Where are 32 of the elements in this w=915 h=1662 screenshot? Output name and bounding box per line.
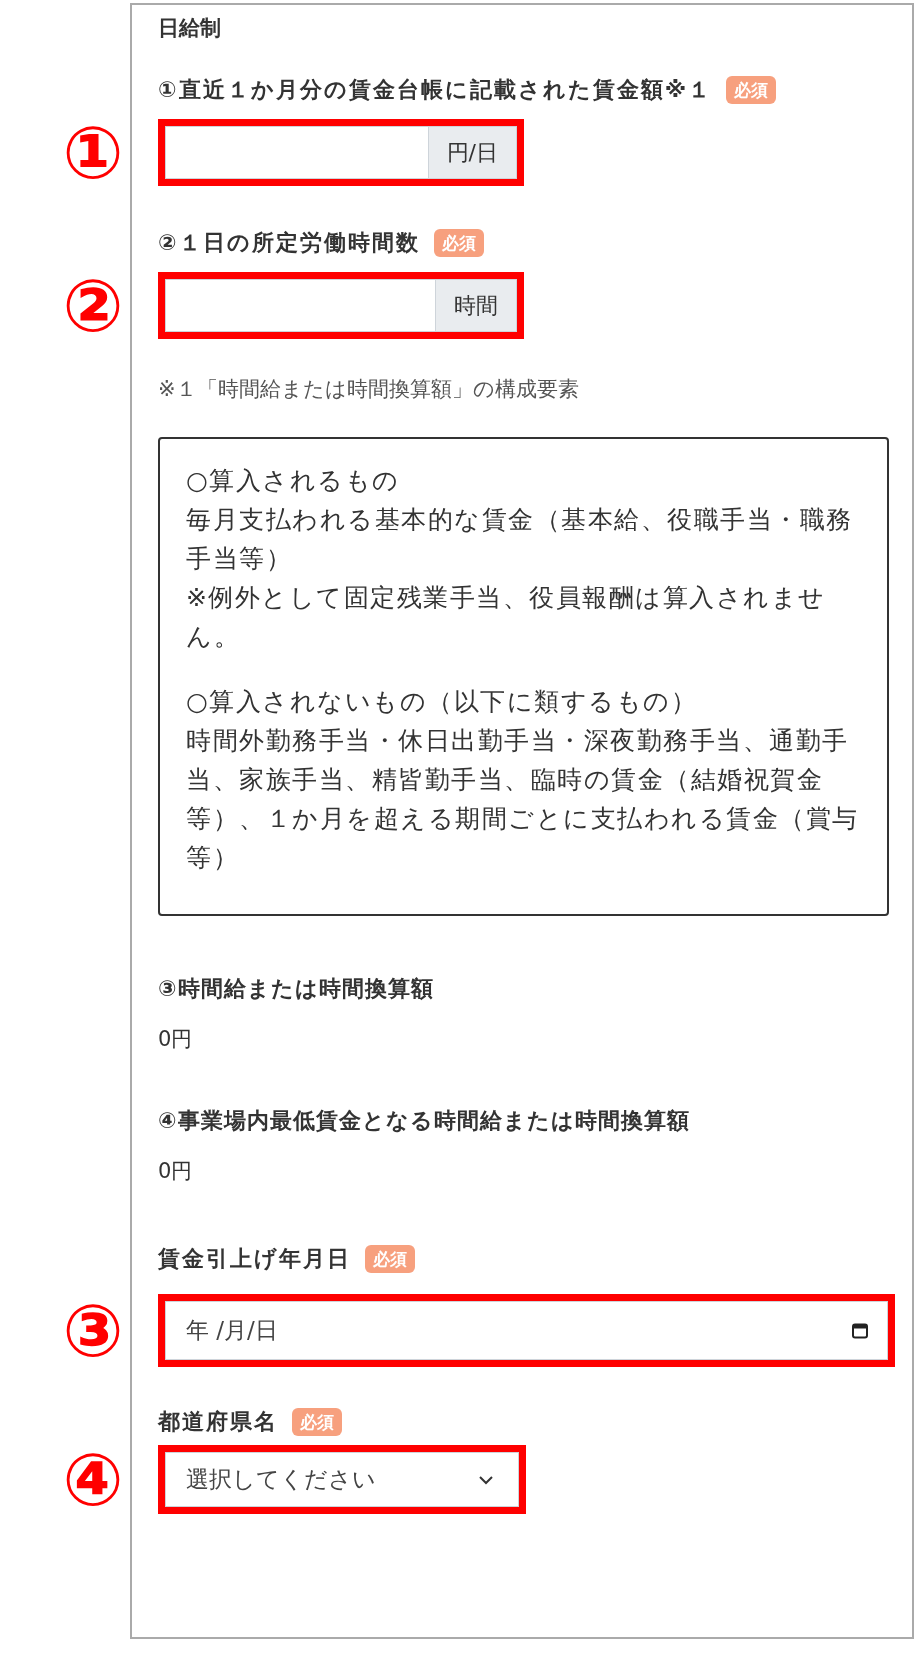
info-heading: ○算入されないもの（以下に類するもの） [186,686,699,718]
required-badge: 必須 [433,229,484,257]
result-label: ③時間給または時間換算額 [158,975,435,1003]
result-value: 0円 [158,1158,194,1185]
required-badge: 必須 [292,1408,342,1436]
callout-number: ② [61,269,125,342]
required-badge: 必須 [365,1245,415,1273]
info-heading: ○算入されるもの [186,465,401,497]
unit-addon: 円/日 [428,126,517,179]
info-text: ※例外として固定残業手当、役員報酬は算入されません。 [186,582,827,653]
field-label: ②１日の所定労働時間数 [158,229,420,257]
date-placeholder: 年 /月/日 [186,1316,278,1346]
input-field[interactable] [165,126,429,179]
field-label: 都道府県名 [158,1408,278,1436]
input-field[interactable] [165,279,436,332]
callout-number: ④ [61,1443,125,1516]
callout-number: ① [61,116,125,189]
field-label: ①直近１か月分の賃金台帳に記載された賃金額※１ [158,76,712,104]
chevron-down-icon [478,1474,494,1485]
callout-number: ③ [61,1294,125,1367]
section-title: 日給制 [158,15,222,42]
unit-addon: 時間 [436,279,517,332]
result-label: ④事業場内最低賃金となる時間給または時間換算額 [158,1107,691,1135]
prefecture-select[interactable]: 選択してください [165,1452,519,1507]
field-label: 賃金引上げ年月日 [158,1245,351,1273]
date-field[interactable]: 年 /月/日 [165,1301,888,1360]
required-badge: 必須 [726,76,776,104]
info-text: 時間外勤務手当・休日出勤手当・深夜勤務手当、通勤手当、家族手当、精皆勤手当、臨時の賃金（結婚祝賀金等）、１か月を超える期間ごとに支払われる賃金（賞与等） [186,725,860,874]
calendar-icon [851,1321,869,1340]
result-value: 0円 [158,1026,194,1053]
note-text: ※１「時間給または時間換算額」の構成要素 [158,376,580,403]
info-text: 毎月支払われる基本的な賃金（基本給、役職手当・職務手当等） [186,504,854,575]
